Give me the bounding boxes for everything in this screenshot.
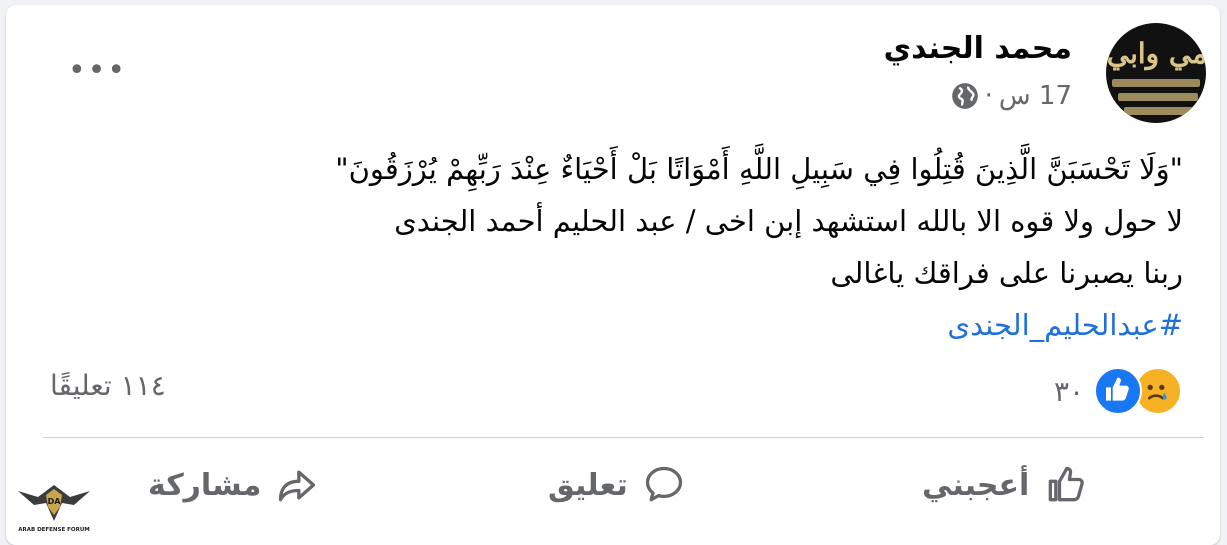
comment-label: تعليق: [548, 467, 628, 503]
avatar-text-line: [1124, 107, 1194, 115]
post-text-line: ربنا يصبرنا على فراقك ياغالى: [830, 256, 1183, 290]
share-button[interactable]: مشاركة: [148, 463, 319, 507]
comment-icon: [645, 466, 682, 502]
avatar-text-line: [1112, 79, 1200, 87]
post-text-line: لا حول ولا قوه الا بالله استشهد إبن اخى …: [394, 204, 1183, 238]
avatar-text-line: [1118, 93, 1198, 101]
arab-defense-forum-logo: DA ARAB DEFENSE FORUM: [18, 485, 90, 533]
hashtag-link[interactable]: #عبدالحليم_الجندى: [947, 308, 1183, 342]
reactions-summary[interactable]: ٣٠: [1054, 367, 1183, 415]
share-label: مشاركة: [148, 467, 262, 503]
logo-brand: ARAB DEFENSE FORUM: [18, 527, 90, 533]
share-arrow-icon: [279, 470, 316, 502]
like-label: أعجبني: [922, 467, 1030, 503]
post-card: مي وابي محمد الجندي 17 س · ••• "وَلَا تَ…: [6, 5, 1220, 545]
post-meta: 17 س ·: [951, 81, 1072, 111]
like-button[interactable]: أعجبني: [922, 463, 1087, 507]
logo-initials: DA: [48, 497, 62, 506]
divider: [43, 437, 1204, 438]
post-body: "وَلَا تَحْسَبَنَّ الَّذِينَ قُتِلُوا فِ…: [33, 143, 1183, 351]
avatar-banner-text: مي وابي: [1106, 37, 1206, 70]
meta-separator: ·: [984, 81, 993, 111]
post-author[interactable]: محمد الجندي: [884, 31, 1072, 66]
like-icon: [1048, 466, 1085, 502]
comments-count[interactable]: ١١٤ تعليقًا: [50, 369, 166, 402]
post-time[interactable]: 17 س: [999, 81, 1072, 111]
post-text-line: "وَلَا تَحْسَبَنَّ الَّذِينَ قُتِلُوا فِ…: [335, 152, 1183, 186]
comment-button[interactable]: تعليق: [548, 463, 686, 507]
avatar[interactable]: مي وابي: [1106, 23, 1206, 123]
globe-icon[interactable]: [951, 82, 979, 110]
like-reaction-icon: [1094, 367, 1143, 415]
reactions-count[interactable]: ٣٠: [1054, 375, 1084, 408]
more-options-button[interactable]: •••: [68, 53, 127, 88]
